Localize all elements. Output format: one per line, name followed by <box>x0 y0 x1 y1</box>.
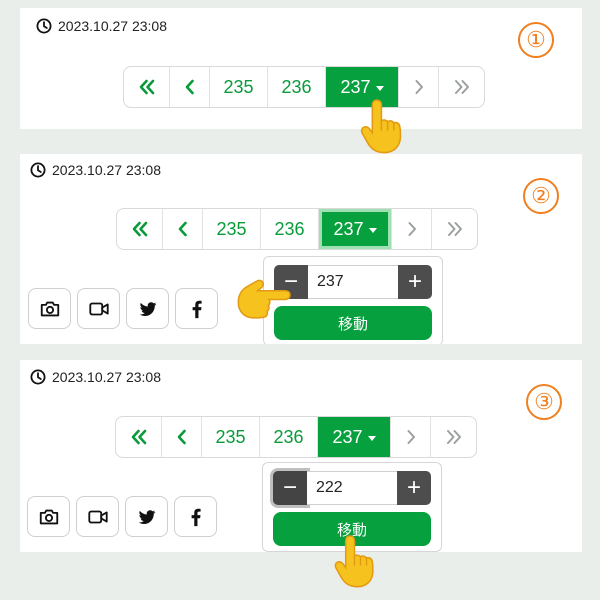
pointing-hand-icon <box>357 96 411 156</box>
page-235-button[interactable]: 235 <box>203 209 261 249</box>
page-235-button[interactable]: 235 <box>210 67 268 107</box>
caret-down-icon <box>375 85 384 91</box>
last-page-button[interactable] <box>432 209 477 249</box>
current-page-label: 237 <box>332 426 363 447</box>
pointing-hand-icon <box>331 532 383 590</box>
step-marker-3: ③ <box>526 384 562 420</box>
double-chevron-left-icon <box>137 77 157 97</box>
page-stepper: − 222 + <box>273 471 431 505</box>
clock-icon <box>36 18 52 34</box>
increment-button[interactable]: + <box>398 265 432 299</box>
video-button[interactable] <box>76 496 119 537</box>
video-icon <box>87 506 109 528</box>
current-page-label: 237 <box>333 218 364 239</box>
last-page-button[interactable] <box>431 417 476 457</box>
camera-button[interactable] <box>28 288 71 329</box>
facebook-icon <box>185 506 207 528</box>
pagination: 235 236 237 <box>123 66 485 108</box>
caret-down-icon <box>367 435 376 441</box>
panel-step-1: 2023.10.27 23:08 ① 235 236 237 <box>20 8 582 129</box>
prev-page-button[interactable] <box>170 67 210 107</box>
first-page-button[interactable] <box>117 209 163 249</box>
page-number-input[interactable]: 222 <box>307 471 397 505</box>
double-chevron-right-icon <box>445 219 465 239</box>
chevron-left-icon <box>173 219 193 239</box>
camera-icon <box>39 298 61 320</box>
timestamp-text: 2023.10.27 23:08 <box>52 162 161 178</box>
page-236-button[interactable]: 236 <box>261 209 319 249</box>
chevron-right-icon <box>401 427 421 447</box>
next-page-button[interactable] <box>391 417 431 457</box>
timestamp-text: 2023.10.27 23:08 <box>58 18 167 34</box>
step-marker-1: ① <box>518 22 554 58</box>
page-236-button[interactable]: 236 <box>268 67 326 107</box>
chevron-left-icon <box>172 427 192 447</box>
chevron-left-icon <box>180 77 200 97</box>
current-page-dropdown[interactable]: 237 <box>319 209 392 249</box>
next-page-button[interactable] <box>392 209 432 249</box>
caret-down-icon <box>368 227 377 233</box>
first-page-button[interactable] <box>116 417 162 457</box>
twitter-icon <box>138 299 158 319</box>
last-page-button[interactable] <box>439 67 484 107</box>
decrement-button[interactable]: − <box>273 471 307 505</box>
pagination: 235 236 237 <box>116 208 478 250</box>
prev-page-button[interactable] <box>163 209 203 249</box>
chevron-right-icon <box>402 219 422 239</box>
video-button[interactable] <box>77 288 120 329</box>
twitter-share-button[interactable] <box>125 496 168 537</box>
page-number-input[interactable]: 237 <box>308 265 398 299</box>
double-chevron-right-icon <box>444 427 464 447</box>
facebook-share-button[interactable] <box>175 288 218 329</box>
clock-icon <box>30 369 46 385</box>
step-marker-2: ② <box>523 178 559 214</box>
page-stepper: − 237 + <box>274 265 432 299</box>
first-page-button[interactable] <box>124 67 170 107</box>
increment-button[interactable]: + <box>397 471 431 505</box>
twitter-share-button[interactable] <box>126 288 169 329</box>
page-235-button[interactable]: 235 <box>202 417 260 457</box>
current-page-dropdown[interactable]: 237 <box>318 417 391 457</box>
double-chevron-right-icon <box>452 77 472 97</box>
share-buttons <box>28 288 218 329</box>
video-icon <box>88 298 110 320</box>
prev-page-button[interactable] <box>162 417 202 457</box>
timestamp: 2023.10.27 23:08 <box>30 162 161 178</box>
panel-step-3: 2023.10.27 23:08 ③ 235 236 237 − 222 + 移… <box>20 360 582 552</box>
clock-icon <box>30 162 46 178</box>
double-chevron-left-icon <box>130 219 150 239</box>
page-236-button[interactable]: 236 <box>260 417 318 457</box>
camera-icon <box>38 506 60 528</box>
share-buttons <box>27 496 217 537</box>
facebook-share-button[interactable] <box>174 496 217 537</box>
pagination: 235 236 237 <box>115 416 477 458</box>
facebook-icon <box>186 298 208 320</box>
chevron-right-icon <box>409 77 429 97</box>
timestamp-text: 2023.10.27 23:08 <box>52 369 161 385</box>
move-button[interactable]: 移動 <box>274 306 432 340</box>
camera-button[interactable] <box>27 496 70 537</box>
current-page-label: 237 <box>340 76 371 97</box>
pointing-hand-icon <box>232 277 294 327</box>
timestamp: 2023.10.27 23:08 <box>30 369 161 385</box>
double-chevron-left-icon <box>129 427 149 447</box>
timestamp: 2023.10.27 23:08 <box>36 18 167 34</box>
twitter-icon <box>137 507 157 527</box>
panel-step-2: 2023.10.27 23:08 ② 235 236 237 − 237 + 移… <box>20 154 582 344</box>
